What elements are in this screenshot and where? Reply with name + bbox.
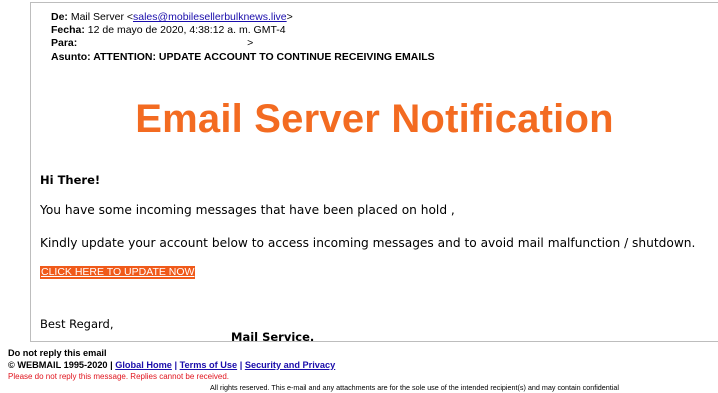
- closing-regards: Best Regard,: [40, 317, 114, 331]
- from-email-link[interactable]: sales@mobilesellerbulknews.live: [133, 11, 287, 23]
- date-label: Fecha:: [51, 24, 85, 37]
- to-value: >: [247, 37, 254, 50]
- from-close: >: [286, 11, 293, 23]
- global-home-link[interactable]: Global Home: [115, 360, 172, 370]
- update-now-link[interactable]: CLICK HERE TO UPDATE NOW: [40, 266, 196, 279]
- date-value: 12 de mayo de 2020, 4:38:12 a. m. GMT-4: [87, 24, 286, 37]
- from-row: De: Mail Server <sales@mobilesellerbulkn…: [51, 11, 435, 24]
- rights-notice: All rights reserved. This e-mail and any…: [210, 383, 619, 392]
- signature: Mail Service.: [231, 330, 315, 344]
- copyright: © WEBMAIL 1995-2020 |: [8, 359, 113, 370]
- greeting: Hi There!: [40, 173, 101, 187]
- subject-value: ATTENTION: UPDATE ACCOUNT TO CONTINUE RE…: [93, 50, 435, 63]
- terms-of-use-link[interactable]: Terms of Use: [180, 360, 238, 370]
- no-reply-text: Do not reply this email: [8, 348, 107, 358]
- email-header: De: Mail Server <sales@mobilesellerbulkn…: [51, 11, 435, 64]
- separator: |: [174, 359, 178, 370]
- reply-warning: Please do not reply this message. Replie…: [8, 372, 230, 381]
- email-footer: Do not reply this email © WEBMAIL 1995-2…: [8, 348, 335, 383]
- date-row: Fecha: 12 de mayo de 2020, 4:38:12 a. m.…: [51, 24, 435, 37]
- no-reply-notice: Do not reply this email: [8, 348, 335, 360]
- from-label: De:: [51, 11, 68, 23]
- subject-row: Asunto: ATTENTION: UPDATE ACCOUNT TO CON…: [51, 51, 435, 64]
- update-instruction: Kindly update your account below to acce…: [40, 236, 696, 250]
- from-name: Mail Server <: [70, 11, 133, 23]
- to-row: Para: >: [51, 37, 435, 50]
- hold-message: You have some incoming messages that hav…: [40, 203, 455, 217]
- security-privacy-link[interactable]: Security and Privacy: [245, 360, 335, 370]
- notification-headline: Email Server Notification: [135, 97, 614, 141]
- subject-label: Asunto:: [51, 50, 91, 63]
- separator: |: [239, 359, 243, 370]
- to-label: Para:: [51, 37, 78, 50]
- footer-links-row: © WEBMAIL 1995-2020 | Global Home | Term…: [8, 360, 335, 372]
- email-card: De: Mail Server <sales@mobilesellerbulkn…: [30, 2, 718, 344]
